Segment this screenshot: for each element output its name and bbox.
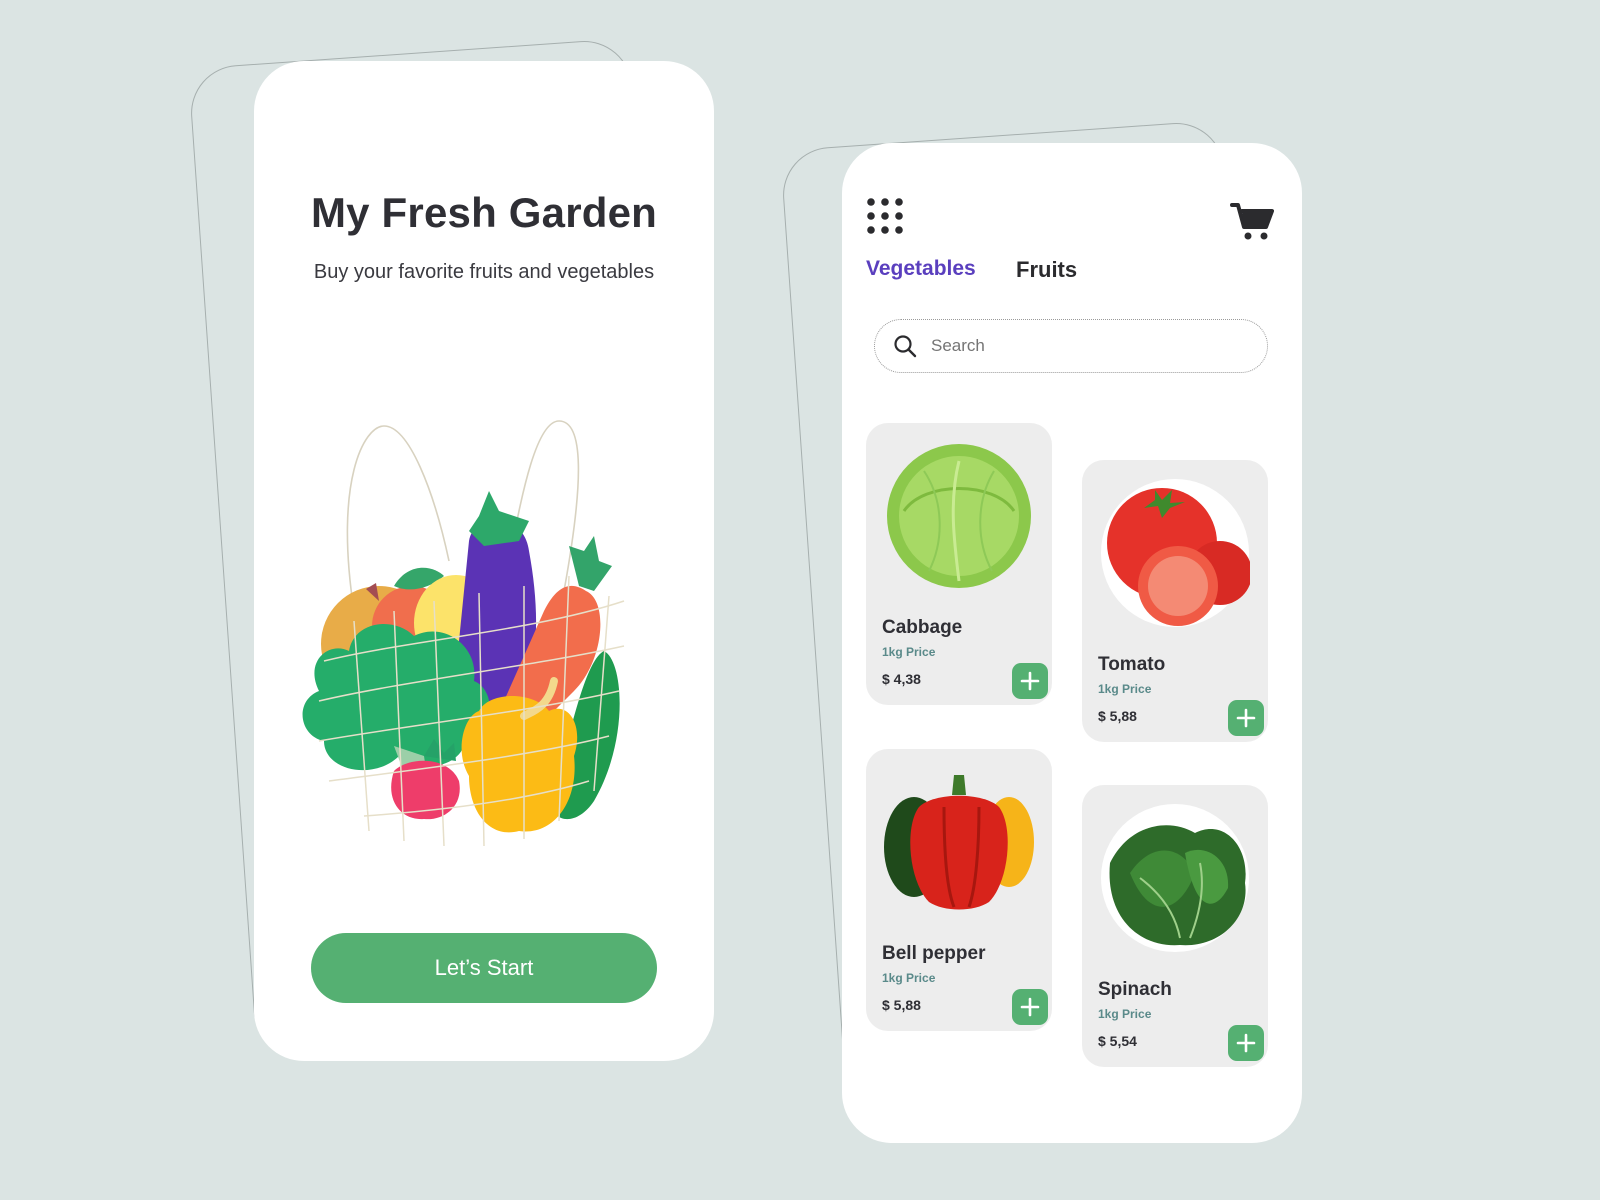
product-price: $ 4,38 (882, 671, 921, 687)
app-subtitle: Buy your favorite fruits and vegetables (313, 261, 655, 283)
app-title: My Fresh Garden (310, 189, 658, 236)
welcome-screen: My Fresh Garden Buy your favorite fruits… (254, 61, 714, 1061)
product-price: $ 5,88 (1098, 708, 1137, 724)
product-price: $ 5,88 (882, 997, 921, 1013)
product-card-tomato[interactable]: Tomato 1kg Price $ 5,88 (1082, 460, 1268, 742)
cart-icon[interactable] (1230, 201, 1274, 241)
grid-menu-icon[interactable] (866, 197, 904, 235)
search-field[interactable] (874, 319, 1268, 373)
product-unit: 1kg Price (882, 971, 936, 985)
product-unit: 1kg Price (1098, 682, 1152, 696)
add-to-cart-button[interactable] (1228, 700, 1264, 736)
product-card-cabbage[interactable]: Cabbage 1kg Price $ 4,38 (866, 423, 1052, 705)
plus-icon (1236, 1033, 1256, 1053)
grocery-bag-illustration (302, 420, 625, 847)
tab-fruits[interactable]: Fruits (1016, 257, 1077, 283)
product-card-bell-pepper[interactable]: Bell pepper 1kg Price $ 5,88 (866, 749, 1052, 1031)
search-icon (894, 335, 917, 358)
add-to-cart-button[interactable] (1228, 1025, 1264, 1061)
plus-icon (1020, 997, 1040, 1017)
add-to-cart-button[interactable] (1012, 663, 1048, 699)
tab-vegetables[interactable]: Vegetables (866, 257, 976, 281)
product-name: Tomato (1098, 654, 1166, 675)
plus-icon (1236, 708, 1256, 728)
product-price: $ 5,54 (1098, 1033, 1137, 1049)
cabbage-icon (887, 444, 1031, 588)
product-name: Cabbage (882, 617, 963, 638)
bell-pepper-icon (884, 775, 1034, 910)
add-to-cart-button[interactable] (1012, 989, 1048, 1025)
tomato-icon (1101, 479, 1250, 627)
product-card-spinach[interactable]: Spinach 1kg Price $ 5,54 (1082, 785, 1268, 1067)
search-input[interactable] (929, 335, 1233, 357)
spinach-icon (1101, 804, 1249, 952)
product-unit: 1kg Price (1098, 1007, 1152, 1021)
plus-icon (1020, 671, 1040, 691)
product-unit: 1kg Price (882, 645, 936, 659)
product-name: Spinach (1098, 979, 1172, 1000)
shop-screen: Vegetables Fruits Cabbage 1kg Price $ 4,… (842, 143, 1302, 1143)
product-name: Bell pepper (882, 943, 986, 964)
lets-start-button[interactable]: Let’s Start (311, 933, 657, 1003)
